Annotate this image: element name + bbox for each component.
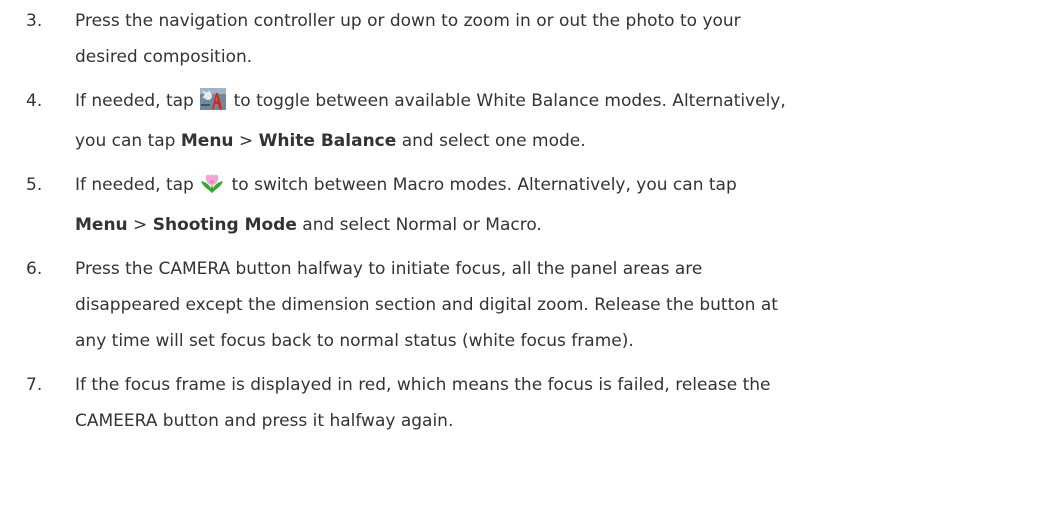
step-text-line: If needed, tap to switch between Macro m… [75,167,1061,207]
step-text-line: Press the CAMERA button halfway to initi… [75,259,703,279]
step-text-line: desired composition. [75,47,253,67]
instruction-list: 3. Press the navigation controller up or… [0,0,1061,439]
menu-term: White Balance [258,131,397,151]
step-text-line: any time will set focus back to normal s… [75,331,634,351]
step-number: 6. [26,259,43,279]
menu-term: Shooting Mode [152,215,297,235]
step-text: and select one mode. [396,131,586,151]
white-balance-icon [200,87,227,123]
step-number: 5. [26,175,43,195]
menu-separator: > [127,215,153,235]
step-number: 7. [26,375,43,395]
step-5: 5. If needed, tap to switch between Macr… [0,167,1061,243]
menu-term: Menu [180,131,234,151]
macro-flower-icon [200,171,224,207]
step-6: 6. Press the CAMERA button halfway to in… [0,251,1061,359]
step-text: and select Normal or Macro. [296,215,542,235]
step-text: If needed, tap [75,175,200,195]
step-text: to switch between Macro modes. Alternati… [226,175,737,195]
menu-term: Menu [75,215,128,235]
step-3: 3. Press the navigation controller up or… [0,3,1061,75]
menu-separator: > [233,131,259,151]
step-text-line: If needed, tap to toggle between availab… [75,83,1061,123]
step-7: 7. If the focus frame is displayed in re… [0,367,1061,439]
step-text: If needed, tap [75,91,200,111]
step-text-line: CAMEERA button and press it halfway agai… [75,411,454,431]
step-text: you can tap [75,131,181,151]
step-number: 3. [26,11,43,31]
step-text-line: Menu > Shooting Mode and select Normal o… [75,207,1061,243]
step-text-line: disappeared except the dimension section… [75,295,778,315]
step-text-line: you can tap Menu > White Balance and sel… [75,123,1061,159]
step-text: to toggle between available White Balanc… [228,91,786,111]
step-number: 4. [26,91,43,111]
step-text-line: Press the navigation controller up or do… [75,11,741,31]
step-text-line: If the focus frame is displayed in red, … [75,375,771,395]
step-4: 4. If needed, tap to toggle between avai… [0,83,1061,159]
